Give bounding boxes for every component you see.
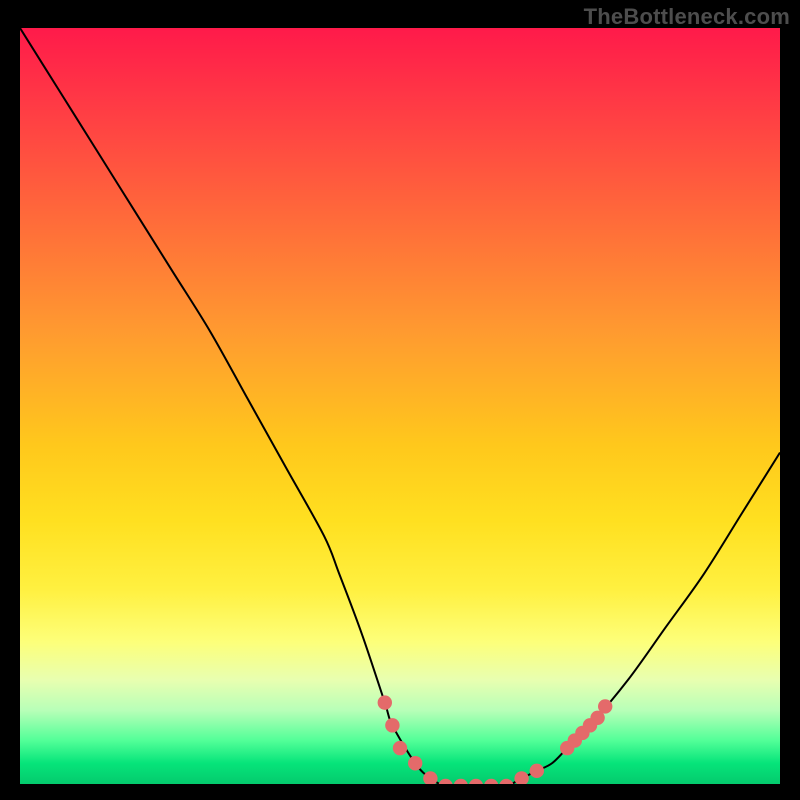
highlight-dot: [408, 756, 422, 770]
highlight-dots: [378, 695, 613, 786]
x-axis-line: [20, 784, 780, 786]
highlight-dot: [393, 741, 407, 755]
chart-frame: TheBottleneck.com: [0, 0, 800, 800]
curve-svg: [20, 28, 780, 786]
highlight-dot: [385, 718, 399, 732]
highlight-dot: [598, 699, 612, 713]
highlight-dot: [378, 695, 392, 709]
highlight-dot: [530, 764, 544, 778]
watermark-text: TheBottleneck.com: [584, 4, 790, 30]
bottleneck-curve: [20, 28, 780, 786]
